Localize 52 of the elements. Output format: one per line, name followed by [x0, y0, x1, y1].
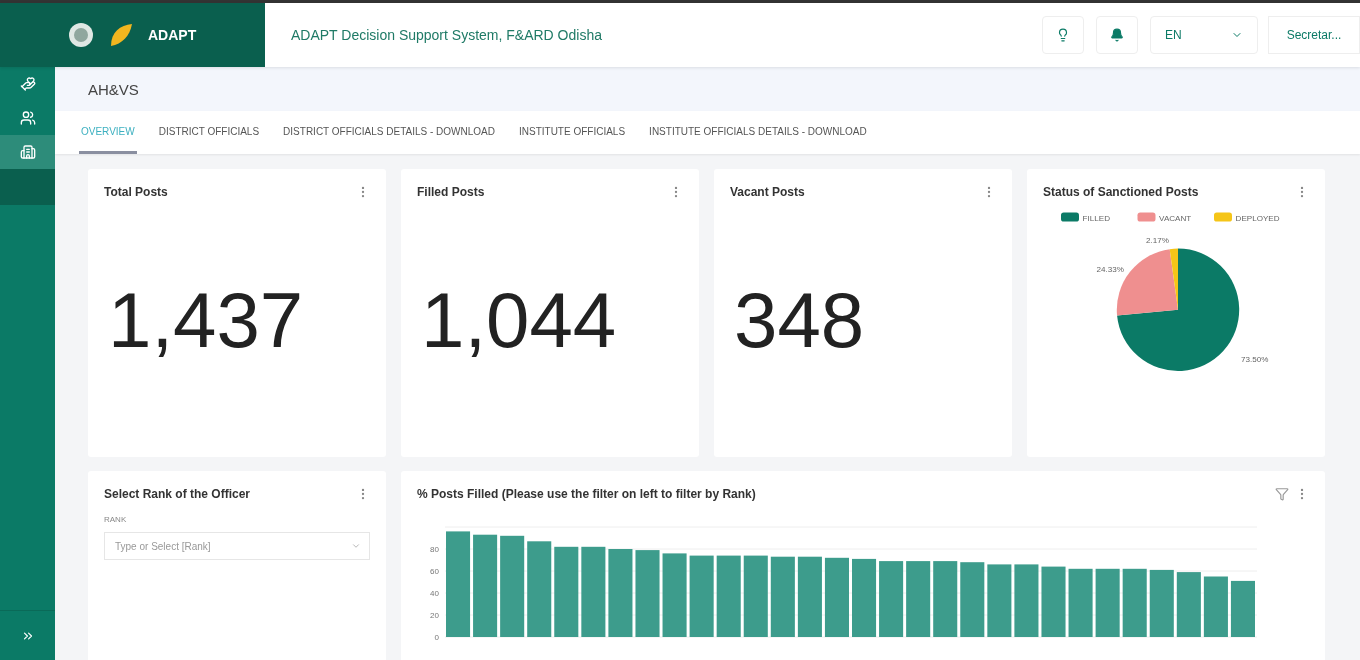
lightbulb-button[interactable] [1042, 16, 1084, 54]
sidebar-item[interactable] [0, 135, 55, 169]
bar [1149, 569, 1174, 637]
card-title: Vacant Posts [730, 185, 805, 199]
leaf-logo-icon [108, 22, 134, 48]
tab[interactable]: INSTITUTE OFFICIALS [517, 111, 628, 154]
bar [1203, 576, 1228, 637]
bar [1068, 568, 1093, 637]
bar [1095, 568, 1120, 637]
card-title: Select Rank of the Officer [104, 487, 251, 501]
bar [1230, 580, 1255, 637]
bell-icon [1110, 28, 1124, 42]
card-title: Total Posts [104, 185, 168, 199]
sidebar-submenu [0, 169, 55, 205]
language-select[interactable]: EN [1150, 16, 1258, 54]
slice-label: 73.50% [1241, 355, 1269, 364]
logo-text: ADAPT [148, 27, 197, 43]
bar [1176, 572, 1201, 637]
emblem-icon [68, 22, 94, 48]
bar [1041, 566, 1066, 637]
app-title: ADAPT Decision Support System, F&ARD Odisha [290, 26, 603, 45]
slice-label: 2.17% [1146, 236, 1169, 246]
axis-tick-label: 40 [430, 589, 439, 598]
card-title: Filled Posts [417, 185, 485, 199]
card-title: % Posts Filled (Please use the filter on left to filter by Rank) [417, 487, 756, 501]
tab[interactable]: DISTRICT OFFICIALS [156, 111, 262, 154]
hand-icon [19, 76, 36, 92]
tab[interactable]: INSTITUTE OFFICIALS DETAILS - DOWNLOAD [647, 111, 869, 154]
filter-icon[interactable] [1275, 487, 1289, 501]
legend-label: VACANT [1159, 213, 1192, 223]
legend-label: FILLED [1082, 213, 1110, 223]
kpi-value: 1,044 [420, 274, 618, 366]
building-icon [19, 144, 36, 160]
notifications-button[interactable] [1096, 16, 1138, 54]
tab[interactable]: DISTRICT OFFICIALS DETAILS - DOWNLOAD [281, 111, 497, 154]
rank-select[interactable]: Type or Select [Rank] [104, 532, 370, 560]
bar [1122, 568, 1147, 637]
axis-tick-label: 60 [430, 567, 439, 576]
lightbulb-icon [1056, 28, 1070, 42]
field-label: RANK [104, 515, 128, 524]
user-menu[interactable]: Secretar... [1268, 16, 1360, 54]
axis-tick-label: 80 [430, 545, 439, 554]
axis-tick-label: 20 [430, 611, 439, 620]
kpi-value: 348 [733, 274, 866, 366]
page-title: AH&VS [55, 67, 1360, 111]
chevron-icon [351, 541, 361, 551]
people-icon [19, 110, 36, 126]
axis-tick-label: 0 [434, 633, 439, 642]
card-title: Status of Sanctioned Posts [1043, 185, 1199, 199]
legend-label: DEPLOYED [1235, 213, 1280, 223]
kpi-value: 1,437 [107, 274, 305, 366]
slice-label: 24.33% [1096, 265, 1124, 274]
